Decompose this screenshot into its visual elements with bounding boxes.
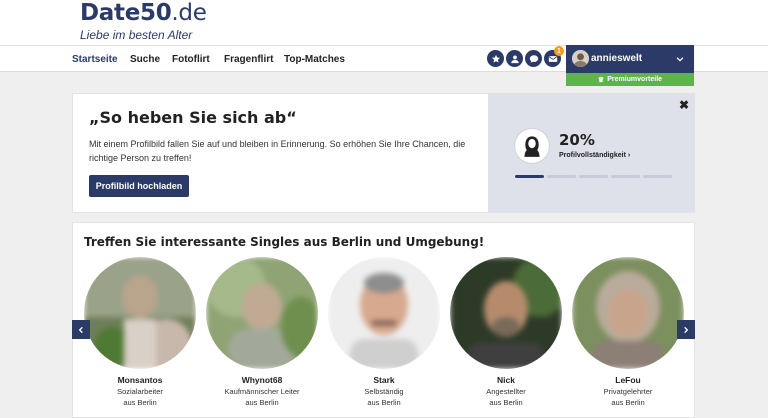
favorites-button[interactable] [487,50,504,67]
star-icon [491,54,500,63]
completeness-progress [515,175,672,178]
message-count-badge: 1 [554,46,564,56]
progress-segment [611,175,640,178]
progress-segment [515,175,544,178]
list-item[interactable]: Monsantos Sozialarbeiter aus Berlin [84,257,196,408]
profile-photo[interactable] [206,257,318,369]
avatar [572,50,589,67]
chevron-right-icon [684,326,689,333]
premium-button[interactable]: ♛ Premiumvorteile [566,73,694,86]
profile-photo-card: „So heben Sie sich ab“ Mit einem Profilb… [72,93,695,213]
nav-item-top-matches[interactable]: Top-Matches [284,54,345,65]
progress-segment [547,175,576,178]
nav-item-suche[interactable]: Suche [130,54,160,65]
logo[interactable]: Date50.de [80,0,207,26]
chat-icon [529,54,538,63]
carousel-next-button[interactable] [677,320,695,339]
profile-photo[interactable] [84,257,196,369]
chevron-down-icon [676,57,684,62]
close-icon[interactable]: ✖ [679,98,689,112]
profile-button[interactable] [506,50,523,67]
profile-completeness-panel: ✖ 20% Profilvollständigkeit › [488,94,695,212]
list-item[interactable]: Whynot68 Kaufmännischer Leiter aus Berli… [206,257,318,408]
username: annieswelt [591,53,643,64]
upload-photo-button[interactable]: Profilbild hochladen [89,175,189,197]
tagline: Liebe im besten Alter [80,28,193,42]
crown-icon: ♛ [597,76,605,84]
user-menu[interactable]: annieswelt [566,45,694,73]
completeness-link[interactable]: Profilvollständigkeit › [559,152,630,159]
profile-photo[interactable] [450,257,562,369]
progress-segment [643,175,672,178]
list-item[interactable]: LeFou Privatgelehrter aus Berlin [572,257,684,408]
nav-item-fotoflirt[interactable]: Fotoflirt [172,54,210,65]
chat-button[interactable] [525,50,542,67]
list-item[interactable]: Nick Angestellter aus Berlin [450,257,562,408]
list-item[interactable]: Stark Selbständig aus Berlin [328,257,440,408]
singles-carousel-card: Treffen Sie interessante Singles aus Ber… [72,222,695,418]
nav-item-startseite[interactable]: Startseite [72,54,118,65]
site-header: Date50.de Liebe im besten Alter [0,0,768,45]
carousel-prev-button[interactable] [72,320,90,339]
progress-segment [579,175,608,178]
completeness-percent: 20% [559,131,595,149]
nav-item-fragenflirt[interactable]: Fragenflirt [224,54,273,65]
chevron-left-icon [78,326,83,333]
avatar-placeholder-icon [514,128,550,164]
profile-photo[interactable] [572,257,684,369]
singles-title: Treffen Sie interessante Singles aus Ber… [84,235,485,249]
card-description: Mit einem Profilbild fallen Sie auf und … [89,139,466,163]
user-icon [510,54,519,63]
card-title: „So heben Sie sich ab“ [89,108,297,127]
profile-photo[interactable] [328,257,440,369]
